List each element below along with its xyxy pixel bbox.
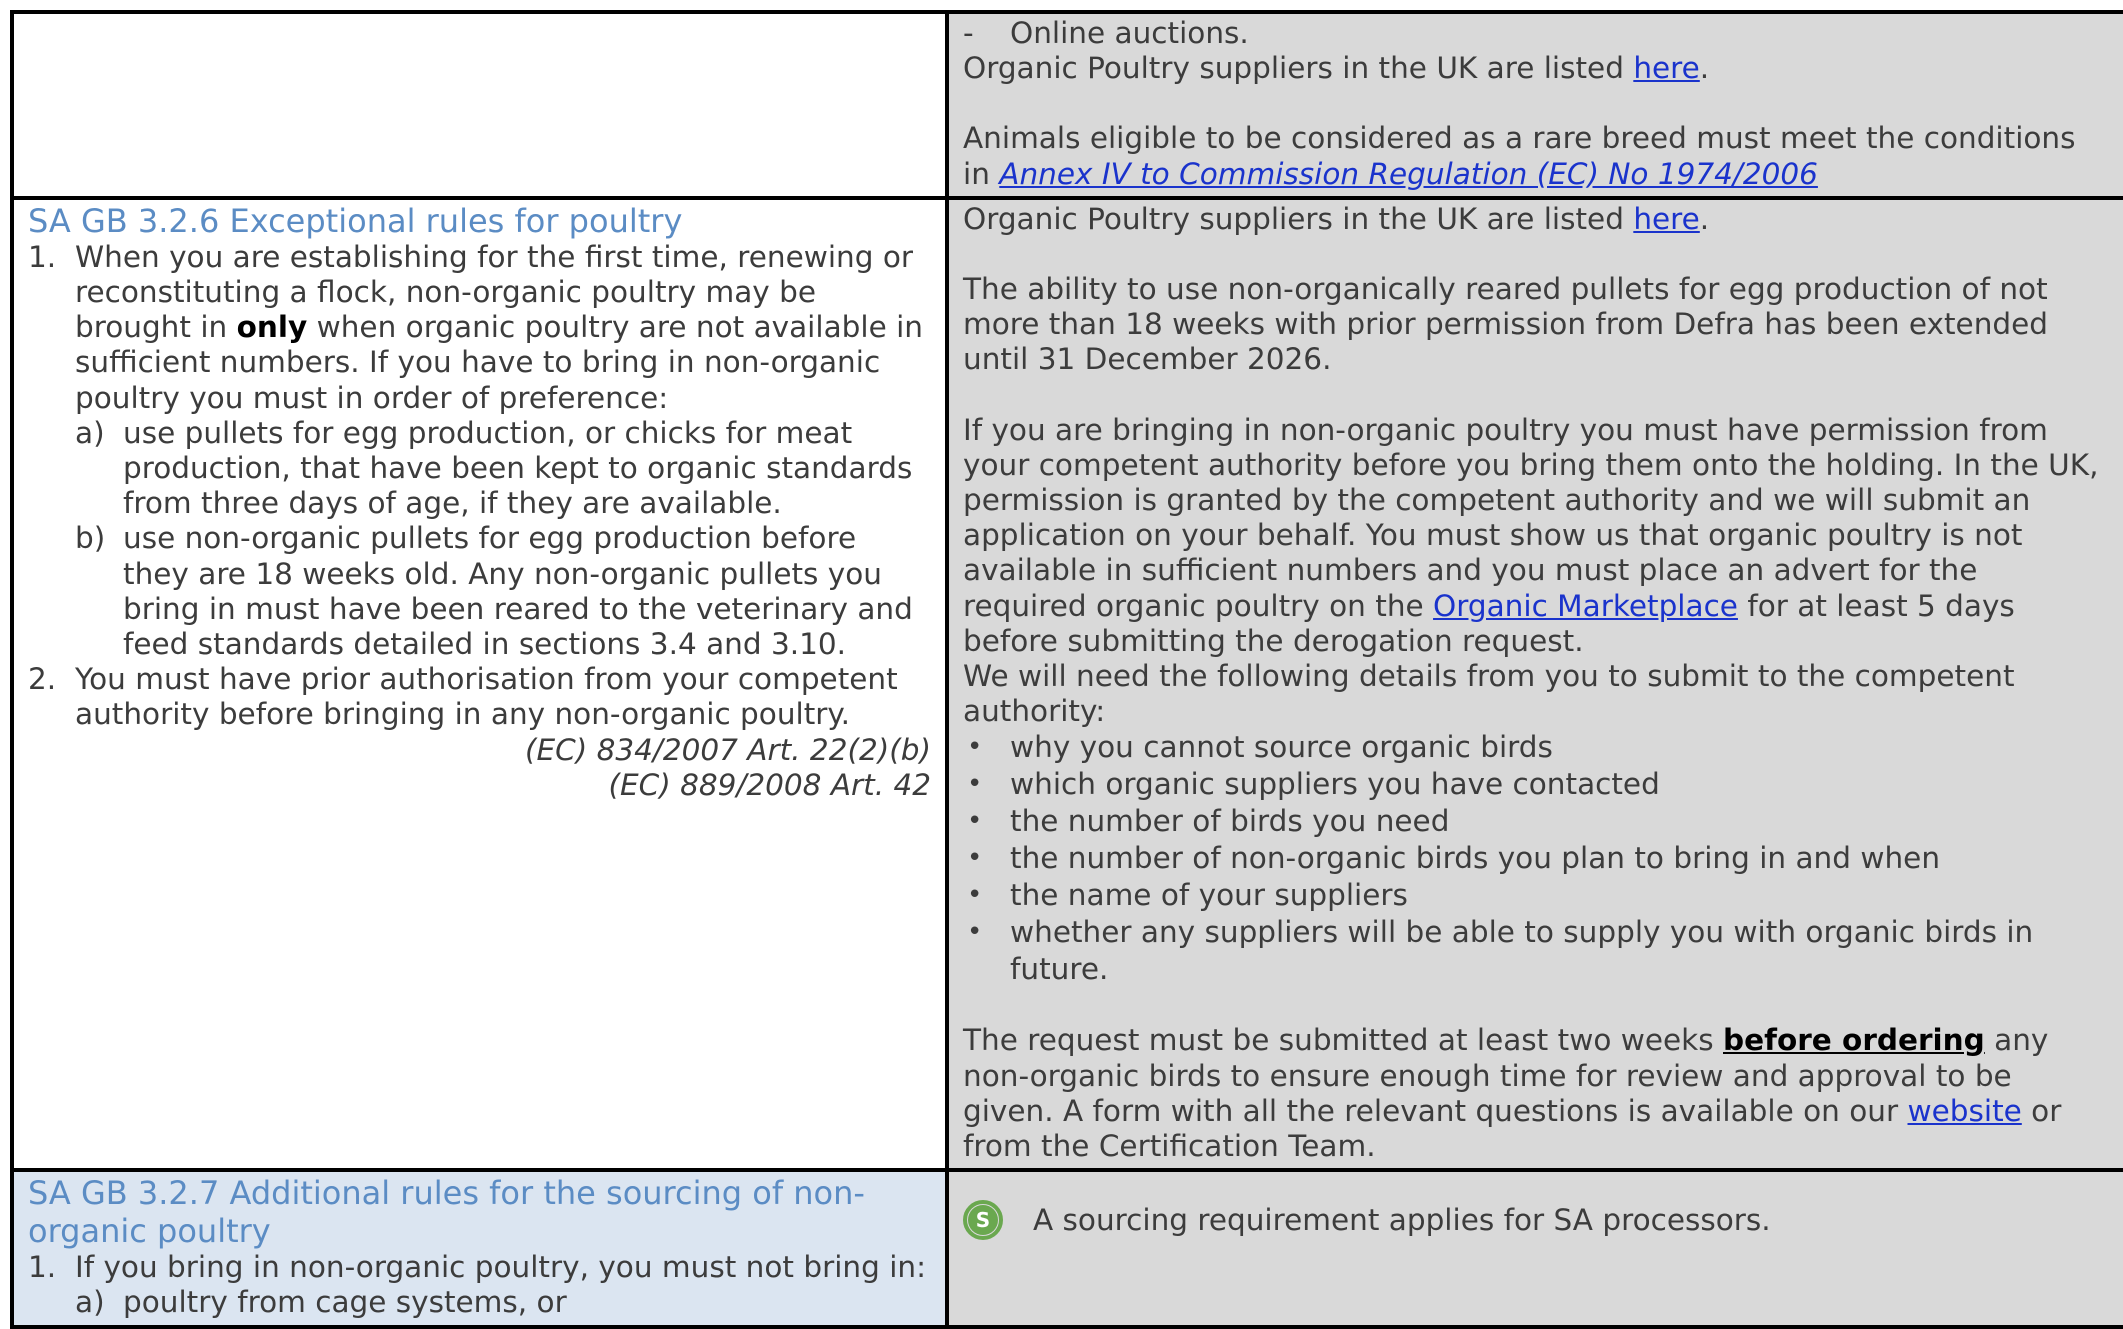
bullet-text: the name of your suppliers [1010, 878, 1408, 913]
standards-table: - Online auctions. Organic Poultry suppl… [10, 10, 2123, 1329]
suppliers-link[interactable]: here [1633, 51, 1699, 85]
item-text: use pullets for egg production, or chick… [123, 415, 913, 521]
suppliers-text: Organic Poultry suppliers in the UK are … [963, 51, 1634, 86]
suppliers-text: Organic Poultry suppliers in the UK are … [963, 201, 1634, 236]
bullet-item: • whether any suppliers will be able to s… [963, 914, 2109, 988]
pullets-paragraph: The ability to use non-organically reare… [963, 272, 2049, 377]
suppliers-paragraph: Organic Poultry suppliers in the UK are … [963, 202, 2109, 237]
standard-cell [10, 10, 949, 200]
bullet-marker: • [967, 806, 983, 837]
sourcing-icon: S [963, 1200, 1003, 1241]
lettered-list: a) poultry from cage systems, or [75, 1285, 931, 1320]
request-paragraph: The request must be submitted at least t… [963, 1023, 2109, 1164]
bullet-marker: • [967, 843, 983, 874]
guidance-cell: - Online auctions. Organic Poultry suppl… [945, 10, 2123, 200]
item-text: If you bring in non-organic poultry, you… [75, 1250, 927, 1285]
bullet-item: • the number of non-organic birds you pla… [963, 840, 2109, 877]
details-bullet-list: • why you cannot source organic birds • whi… [963, 729, 2109, 988]
list-number: 1. [28, 1250, 57, 1285]
list-letter: b) [75, 521, 106, 556]
list-item: 1. When you are establishing for the fir… [28, 240, 931, 662]
list-letter: a) [75, 415, 105, 450]
list-letter: a) [75, 1285, 105, 1320]
suppliers-end: . [1699, 201, 1710, 236]
list-item: b) use non-organic pullets for egg produ… [75, 521, 931, 662]
document-page: - Online auctions. Organic Poultry suppl… [0, 0, 2123, 1329]
numbered-list: 1. If you bring in non-organic poultry, … [28, 1250, 931, 1320]
organic-marketplace-link[interactable]: Organic Marketplace [1433, 589, 1738, 623]
bullet-text: the number of birds you need [1010, 804, 1450, 839]
suppliers-link[interactable]: here [1633, 202, 1699, 236]
regulation-reference: (EC) 889/2008 Art. 42 [608, 767, 932, 802]
bullet-item: • the number of birds you need [963, 803, 2109, 840]
item-text: use non-organic pullets for egg producti… [123, 521, 913, 662]
numbered-list: 1. When you are establishing for the fir… [28, 240, 931, 733]
bullet-marker: • [967, 732, 983, 763]
bullet-text: the number of non-organic birds you plan… [1010, 841, 1941, 876]
guidance-cell: Organic Poultry suppliers in the UK are … [945, 195, 2123, 1173]
lettered-list: a) use pullets for egg production, or ch… [75, 416, 931, 662]
list-number: 2. [28, 662, 57, 697]
bold-text: only [236, 310, 308, 345]
list-number: 1. [28, 239, 57, 274]
guidance-cell: S A sourcing requirement applies for SA … [945, 1168, 2123, 1329]
bullet-item: • which organic suppliers you have contac… [963, 766, 2109, 803]
item-text: poultry from cage systems, or [123, 1285, 567, 1320]
sourcing-requirement: S A sourcing requirement applies for SA … [963, 1200, 2109, 1241]
sourcing-icon-letter: S [968, 1205, 998, 1236]
website-link[interactable]: website [1908, 1094, 2022, 1128]
rare-breed-paragraph: Animals eligible to be considered as a r… [963, 121, 2109, 191]
standard-cell: SA GB 3.2.6 Exceptional rules for poultr… [10, 195, 949, 1173]
bullet-item: • the name of your suppliers [963, 877, 2109, 914]
annex-link[interactable]: Annex IV to Commission Regulation (EC) N… [999, 157, 1818, 191]
suppliers-paragraph: Organic Poultry suppliers in the UK are … [963, 51, 2109, 86]
permission-paragraph: If you are bringing in non-organic poult… [963, 413, 2109, 659]
standard-cell: SA GB 3.2.7 Additional rules for the sou… [10, 1168, 949, 1329]
table-row: SA GB 3.2.6 Exceptional rules for poultr… [10, 195, 2123, 1173]
item-text: You must have prior authorisation from y… [75, 662, 898, 732]
bullet-text: why you cannot source organic birds [1010, 730, 1553, 765]
sourcing-text: A sourcing requirement applies for SA pr… [1033, 1202, 1771, 1237]
bullet-text: which organic suppliers you have contact… [1010, 767, 1660, 802]
section-heading: SA GB 3.2.6 Exceptional rules for poultr… [28, 201, 683, 240]
request-text: The request must be submitted at least t… [963, 1023, 1723, 1058]
dash-marker: - [963, 16, 974, 50]
regulation-reference: (EC) 834/2007 Art. 22(2)(b) [524, 732, 931, 767]
list-item: a) use pullets for egg production, or ch… [75, 416, 931, 522]
dash-list-item: - Online auctions. [963, 16, 2109, 51]
list-item: 1. If you bring in non-organic poultry, … [28, 1250, 931, 1320]
section-heading: SA GB 3.2.7 Additional rules for the sou… [28, 1174, 865, 1251]
suppliers-end: . [1699, 51, 1710, 86]
table-row: - Online auctions. Organic Poultry suppl… [10, 10, 2123, 200]
list-item: 2. You must have prior authorisation fro… [28, 662, 931, 732]
bold-underlined-text: before ordering [1723, 1023, 1985, 1058]
bullet-marker: • [967, 917, 983, 948]
dash-item-text: Online auctions. [1010, 16, 1249, 50]
details-intro: We will need the following details from … [963, 659, 2015, 729]
bullet-marker: • [967, 880, 983, 911]
list-item: a) poultry from cage systems, or [75, 1285, 931, 1320]
bullet-item: • why you cannot source organic birds [963, 729, 2109, 766]
bullet-text: whether any suppliers will be able to su… [1010, 915, 2034, 987]
bullet-marker: • [967, 769, 983, 800]
table-row: SA GB 3.2.7 Additional rules for the sou… [10, 1168, 2123, 1329]
